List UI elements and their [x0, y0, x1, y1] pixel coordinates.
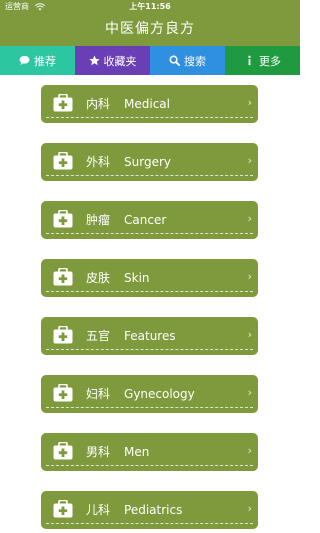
dashed-divider [46, 175, 253, 176]
tab-recommend-label: 推荐 [34, 54, 56, 68]
category-name-zh: 内科 [86, 97, 111, 111]
first-aid-kit-icon [53, 500, 73, 518]
category-name-en: Surgery [124, 155, 171, 169]
category-name-en: Features [124, 329, 176, 343]
category-name-en: Medical [124, 97, 170, 111]
dashed-divider [46, 523, 253, 524]
category-name-en: Pediatrics [124, 503, 183, 517]
info-icon [248, 55, 251, 66]
category-item-cancer[interactable]: 肿瘤 Cancer › [41, 201, 258, 239]
tab-bar: 推荐 收藏夹 搜索 更多 [0, 46, 300, 75]
first-aid-kit-icon [53, 384, 73, 402]
category-name-en: Gynecology [124, 387, 195, 401]
dashed-divider [46, 465, 253, 466]
tab-favorites[interactable]: 收藏夹 [75, 46, 150, 75]
category-item-gynecology[interactable]: 妇科 Gynecology › [41, 375, 258, 413]
first-aid-kit-icon [53, 94, 73, 112]
dashed-divider [46, 407, 253, 408]
tab-more[interactable]: 更多 [225, 46, 300, 75]
category-name-en: Skin [124, 271, 150, 285]
category-name-en: Men [124, 445, 150, 459]
tab-search[interactable]: 搜索 [150, 46, 225, 75]
status-bar: 运营商 上午11:56 [0, 0, 300, 14]
category-item-medical[interactable]: 内科 Medical › [41, 85, 258, 123]
dashed-divider [46, 233, 253, 234]
category-name-zh: 妇科 [86, 387, 111, 401]
chat-bubble-icon [19, 55, 30, 66]
first-aid-kit-icon [53, 326, 73, 344]
category-item-surgery[interactable]: 外科 Surgery › [41, 143, 258, 181]
tab-recommend[interactable]: 推荐 [0, 46, 75, 75]
category-item-pediatrics[interactable]: 儿科 Pediatrics › [41, 491, 258, 529]
page-title: 中医偏方良方 [105, 21, 195, 37]
category-name-zh: 儿科 [86, 503, 111, 517]
first-aid-kit-icon [53, 210, 73, 228]
category-name-zh: 肿瘤 [86, 213, 111, 227]
tab-more-label: 更多 [259, 54, 281, 68]
category-name-zh: 皮肤 [86, 271, 111, 285]
dashed-divider [46, 117, 253, 118]
category-name-zh: 外科 [86, 155, 111, 169]
dashed-divider [46, 291, 253, 292]
category-name-zh: 五官 [86, 329, 111, 343]
tab-favorites-label: 收藏夹 [103, 54, 137, 68]
status-time: 上午11:56 [129, 2, 171, 11]
category-item-men[interactable]: 男科 Men › [41, 433, 258, 471]
category-name-zh: 男科 [86, 445, 111, 459]
category-item-skin[interactable]: 皮肤 Skin › [41, 259, 258, 297]
first-aid-kit-icon [53, 268, 73, 286]
first-aid-kit-icon [53, 442, 73, 460]
app-header: 运营商 上午11:56 中医偏方良方 [0, 0, 300, 46]
dashed-divider [46, 349, 253, 350]
star-icon [88, 55, 100, 66]
search-icon [169, 55, 180, 66]
category-item-features[interactable]: 五官 Features › [41, 317, 258, 355]
tab-search-label: 搜索 [184, 54, 206, 68]
first-aid-kit-icon [53, 152, 73, 170]
category-name-en: Cancer [124, 213, 167, 227]
